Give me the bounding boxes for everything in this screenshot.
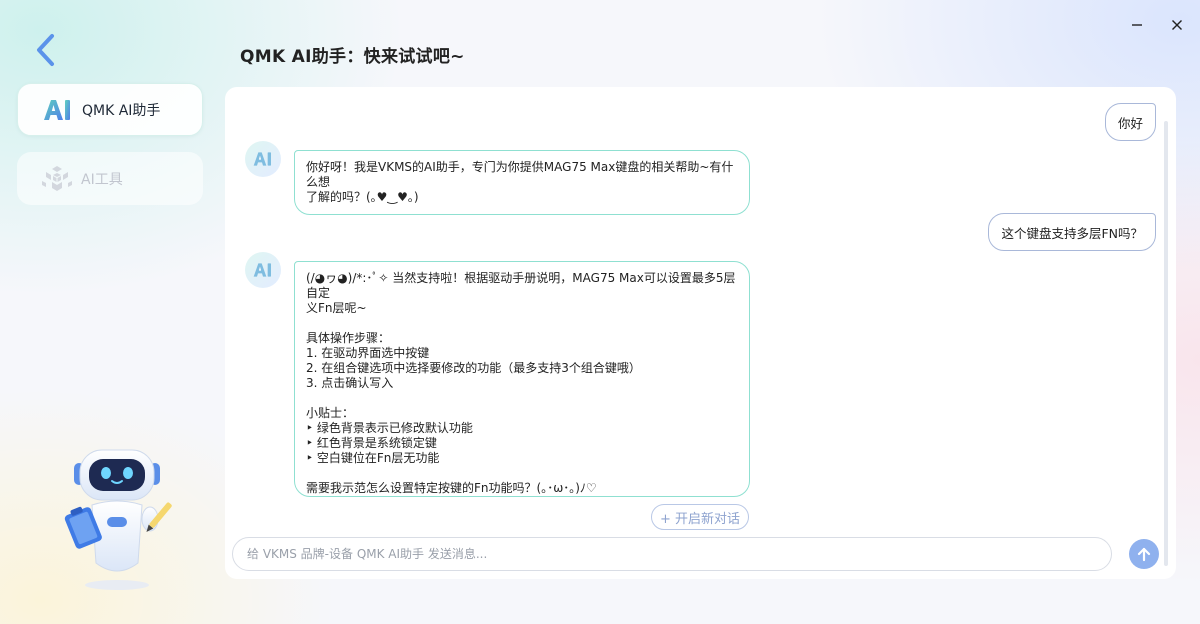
message-line: ‣ 绿色背景表示已修改默认功能 <box>306 421 473 435</box>
message-line: ‣ 空白键位在Fn层无功能 <box>306 451 440 465</box>
message-line: 小贴士： <box>306 406 355 420</box>
message-line: ‣ 红色背景是系统锁定键 <box>306 436 437 450</box>
ai-cube-icon <box>39 165 75 193</box>
message-line: 2. 在组合键选项中选择要修改的功能（最多支持3个组合键哦） <box>306 361 641 375</box>
chevron-left-icon <box>37 34 54 66</box>
message-line: 3. 点击确认写入 <box>306 376 394 390</box>
user-message: 这个键盘支持多层FN吗？ <box>988 213 1156 251</box>
user-message: 你好 <box>1104 103 1156 141</box>
sidebar-item-label: AI工具 <box>81 171 123 188</box>
message-line: 具体操作步骤： <box>306 331 391 345</box>
page-title: QMK AI助手：快来试试吧~ <box>240 47 465 67</box>
robot-mascot-icon <box>62 445 180 591</box>
close-button[interactable] <box>1166 14 1188 36</box>
message-input[interactable] <box>232 537 1112 571</box>
ai-logo-icon <box>253 263 271 277</box>
ai-logo-icon <box>253 152 271 166</box>
assistant-avatar <box>245 141 281 177</box>
assistant-avatar <box>245 252 281 288</box>
message-line: (/◕ヮ◕)/*:･ﾟ✧ 当然支持啦！根据驱动手册说明，MAG75 Max可以设… <box>306 271 736 300</box>
message-line: 1. 在驱动界面选中按键 <box>306 346 430 360</box>
message-line: 需要我示范怎么设置特定按键的Fn功能吗？(｡･ω･｡)ﾉ♡ <box>306 481 597 495</box>
message-line: 义Fn层呢~ <box>306 301 367 315</box>
sidebar: QMK AI助手 AI工具 <box>17 83 203 221</box>
minimize-icon <box>1132 24 1142 26</box>
arrow-up-icon <box>1137 547 1151 562</box>
message-line <box>306 466 738 481</box>
message-line <box>306 391 738 406</box>
message-line: 你好呀！我是VKMS的AI助手，专门为你提供MAG75 Max键盘的相关帮助~有… <box>306 160 734 189</box>
sidebar-item-label: QMK AI助手 <box>82 102 161 119</box>
message-line <box>306 316 738 331</box>
close-icon <box>1172 20 1182 30</box>
send-button[interactable] <box>1129 539 1159 569</box>
assistant-message: (/◕ヮ◕)/*:･ﾟ✧ 当然支持啦！根据驱动手册说明，MAG75 Max可以设… <box>294 261 750 497</box>
message-line: 了解的吗？(｡♥‿♥｡) <box>306 190 419 204</box>
chat-scrollbar[interactable] <box>1164 121 1168 566</box>
sidebar-item-qmk-ai-assistant[interactable]: QMK AI助手 <box>17 83 203 136</box>
back-button[interactable] <box>32 32 60 68</box>
window-controls <box>1126 14 1188 36</box>
assistant-message: 你好呀！我是VKMS的AI助手，专门为你提供MAG75 Max键盘的相关帮助~有… <box>294 150 750 215</box>
ai-logo-icon <box>40 96 76 124</box>
minimize-button[interactable] <box>1126 14 1148 36</box>
chat-panel: 你好 你好呀！我是VKMS的AI助手，专门为你提供MAG75 Max键盘的相关帮… <box>225 87 1176 579</box>
new-chat-button[interactable]: + 开启新对话 <box>651 504 749 530</box>
sidebar-item-ai-tools[interactable]: AI工具 <box>17 152 203 205</box>
